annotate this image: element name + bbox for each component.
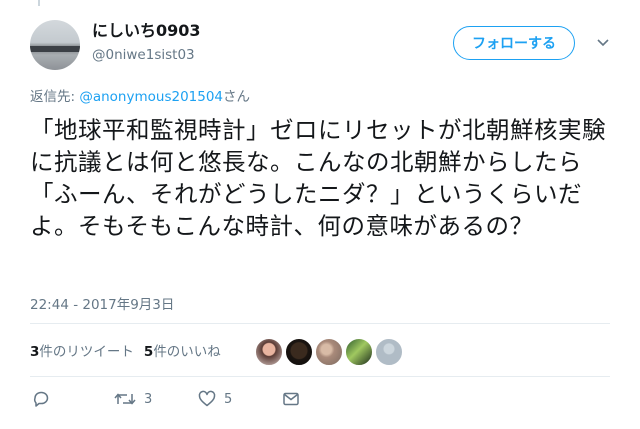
retweet-stat-label: 件のリツイート: [39, 344, 134, 360]
message-icon: [283, 392, 299, 406]
like-action-count: 5: [224, 391, 233, 407]
follow-button[interactable]: フォローする: [453, 26, 575, 60]
liker-avatar[interactable]: [345, 338, 373, 366]
reply-prefix: 返信先:: [30, 89, 80, 105]
thread-line: [38, 0, 54, 6]
like-stat[interactable]: 5件のいいね: [144, 344, 221, 360]
like-icon: [198, 390, 216, 407]
retweet-stat[interactable]: 3件のリツイート: [30, 344, 134, 360]
user-handle[interactable]: @0niwe1sist03: [92, 46, 195, 64]
retweet-count: 3: [30, 344, 40, 360]
retweet-icon: [114, 393, 136, 405]
reply-mention-link[interactable]: @anonymous201504: [79, 89, 223, 105]
tweet-card: にしいち0903 @0niwe1sist03 フォローする 返信先: @anon…: [0, 0, 640, 429]
reply-suffix: さん: [223, 89, 251, 105]
liker-avatar[interactable]: [285, 338, 313, 366]
display-name[interactable]: にしいち0903: [92, 20, 201, 42]
direct-message-button[interactable]: [282, 388, 300, 410]
retweet-action-count: 3: [144, 391, 153, 407]
reply-icon: [33, 391, 49, 407]
avatar[interactable]: [30, 20, 80, 70]
caret-down-icon[interactable]: [596, 36, 610, 50]
engagement-stats: 3件のリツイート 5件のいいね: [30, 342, 221, 362]
tweet-text: 「地球平和監視時計」ゼロにリセットが北朝鮮核実験に抗議とは何と悠長な。こんなの北…: [30, 116, 606, 240]
retweet-button[interactable]: 3: [114, 388, 152, 410]
tweet-timestamp[interactable]: 22:44 - 2017年9月3日: [30, 296, 174, 314]
divider: [30, 323, 610, 324]
divider: [30, 376, 610, 377]
reply-context: 返信先: @anonymous201504さん: [30, 88, 250, 106]
liker-avatar[interactable]: [255, 338, 283, 366]
liker-avatar[interactable]: [315, 338, 343, 366]
liker-avatar[interactable]: [375, 338, 403, 366]
like-count: 5: [143, 344, 154, 360]
like-stat-label: 件のいいね: [153, 344, 221, 360]
reply-button[interactable]: [32, 388, 50, 410]
like-button[interactable]: 5: [198, 388, 232, 410]
